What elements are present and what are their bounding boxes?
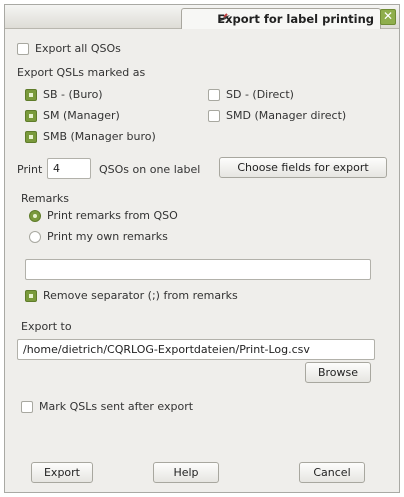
remove-separator-label: Remove separator (;) from remarks — [43, 289, 238, 302]
window-title: Export for label printing — [217, 12, 374, 26]
sm-manager-checkbox[interactable] — [25, 110, 37, 122]
title-bar: Export for label printing ✕ — [5, 5, 399, 29]
close-icon[interactable]: ✕ — [380, 9, 396, 25]
remove-separator-checkbox[interactable] — [25, 290, 37, 302]
help-button[interactable]: Help — [153, 462, 219, 483]
remarks-from-qso-radio[interactable] — [29, 210, 41, 222]
export-all-label: Export all QSOs — [35, 42, 121, 55]
export-all-checkbox[interactable] — [17, 43, 29, 55]
mark-sent-checkbox[interactable] — [21, 401, 33, 413]
export-label-dialog: Export for label printing ✕ Export all Q… — [4, 4, 400, 493]
remarks-from-qso-label: Print remarks from QSO — [47, 209, 178, 222]
own-remarks-radio[interactable] — [29, 231, 41, 243]
print-suffix-label: QSOs on one label — [99, 163, 201, 176]
sm-manager-label: SM (Manager) — [43, 109, 120, 122]
sb-buro-checkbox[interactable] — [25, 89, 37, 101]
cancel-button[interactable]: Cancel — [299, 462, 365, 483]
smd-manager-direct-checkbox[interactable] — [208, 110, 220, 122]
print-prefix-label: Print — [17, 163, 43, 176]
choose-fields-button[interactable]: Choose fields for export — [219, 157, 387, 178]
qsos-per-label-input[interactable]: 4 — [47, 158, 91, 179]
title-tab[interactable]: Export for label printing — [181, 8, 381, 29]
smd-manager-direct-label: SMD (Manager direct) — [226, 109, 347, 122]
smb-manager-buro-label: SMB (Manager buro) — [43, 130, 156, 143]
sd-direct-label: SD - (Direct) — [226, 88, 294, 101]
browse-button[interactable]: Browse — [305, 362, 371, 383]
sb-buro-label: SB - (Buro) — [43, 88, 103, 101]
export-button[interactable]: Export — [31, 462, 93, 483]
export-to-heading: Export to — [21, 320, 72, 333]
mark-sent-label: Mark QSLs sent after export — [39, 400, 194, 413]
remarks-heading: Remarks — [21, 192, 69, 205]
own-remarks-input[interactable] — [25, 259, 371, 280]
sd-direct-checkbox[interactable] — [208, 89, 220, 101]
own-remarks-label: Print my own remarks — [47, 230, 168, 243]
smb-manager-buro-checkbox[interactable] — [25, 131, 37, 143]
export-marked-heading: Export QSLs marked as — [17, 66, 146, 79]
export-path-input[interactable]: /home/dietrich/CQRLOG-Exportdateien/Prin… — [17, 339, 375, 360]
